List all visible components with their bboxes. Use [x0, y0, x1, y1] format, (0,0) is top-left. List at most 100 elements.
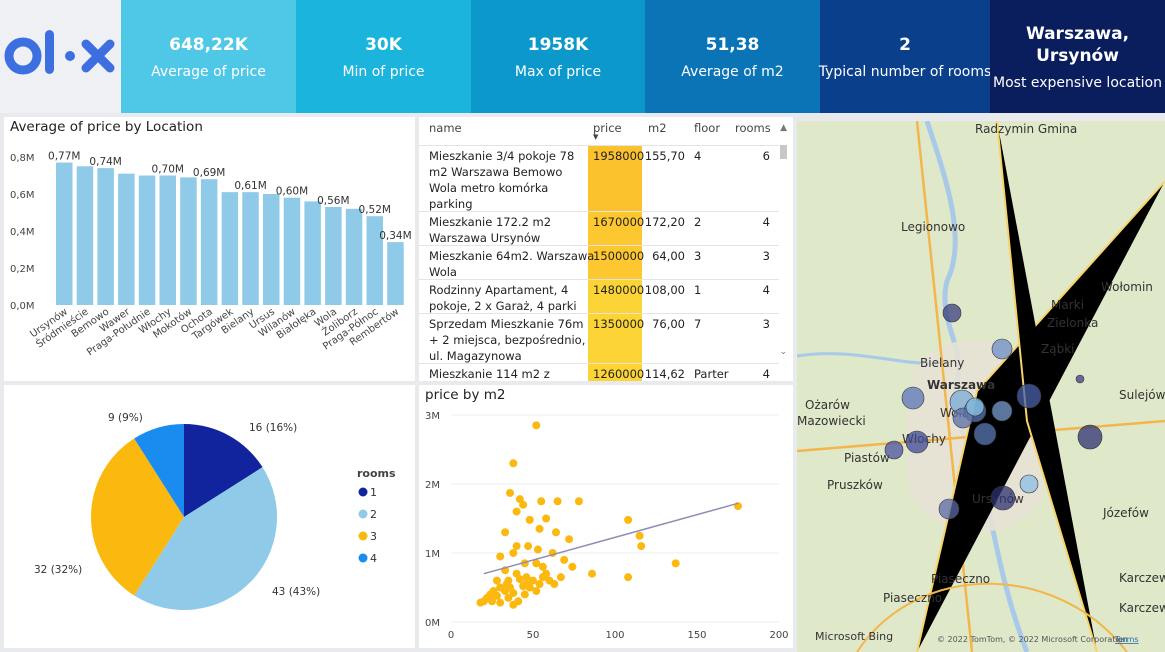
bar-12[interactable]	[304, 201, 321, 305]
scatter-panel[interactable]: price by m2 0M 1M 2M 3M 0 50 100 150 200	[419, 385, 793, 648]
scatter-point-13[interactable]	[551, 528, 560, 537]
scatter-point-52[interactable]	[520, 590, 529, 599]
table-row[interactable]: Mieszkanie 3/4 pokoje 78 m2 Warszawa Bemo…	[419, 145, 779, 212]
legend-item-1[interactable]: 1	[370, 486, 377, 499]
bar-1[interactable]	[76, 166, 94, 305]
bar-16[interactable]	[387, 242, 404, 305]
bar-10[interactable]	[263, 194, 280, 305]
table-row[interactable]: Mieszkanie 114 m2 z 1260000 114,62 Parter 4	[419, 363, 779, 381]
map-terms-link[interactable]: Terms	[1114, 635, 1139, 644]
map-bubble-8[interactable]	[905, 430, 929, 454]
scatter-point-32[interactable]	[588, 569, 597, 578]
scatter-point-10[interactable]	[525, 515, 534, 524]
scroll-up-icon[interactable]: ▲	[780, 123, 787, 133]
bar-chart-panel[interactable]: Average of price by Location 0,0M 0,2M 0,4…	[4, 117, 415, 381]
scatter-point-63[interactable]	[522, 580, 531, 589]
bar-0[interactable]	[56, 162, 73, 305]
scatter-point-60[interactable]	[496, 598, 505, 607]
col-header-name[interactable]: name	[429, 121, 462, 135]
map-bubble-9[interactable]	[884, 440, 904, 460]
col-header-floor[interactable]: floor	[694, 121, 720, 135]
scatter-point-20[interactable]	[533, 545, 542, 554]
legend-item-2[interactable]: 2	[370, 508, 377, 521]
map-bubble-2[interactable]	[1016, 383, 1042, 409]
scatter-point-38[interactable]	[492, 576, 501, 585]
table-row[interactable]: Mieszkanie 172.2 m2 Warszawa Ursynów 16700…	[419, 211, 779, 246]
scatter-point-42[interactable]	[535, 580, 544, 589]
scatter-point-21[interactable]	[509, 549, 518, 557]
scatter-point-23[interactable]	[560, 555, 569, 564]
scatter-point-12[interactable]	[535, 524, 544, 533]
scatter-point-27[interactable]	[538, 562, 547, 571]
scatter-point-1[interactable]	[509, 459, 518, 468]
scatter-point-15[interactable]	[565, 535, 574, 544]
map-bubble-0[interactable]	[942, 303, 962, 323]
scatter-point-7[interactable]	[553, 497, 562, 506]
scatter-point-17[interactable]	[637, 542, 646, 551]
bar-5[interactable]	[159, 175, 177, 306]
map-bubble-11[interactable]	[991, 400, 1013, 422]
col-header-rooms[interactable]: rooms	[735, 121, 771, 135]
scroll-down-icon[interactable]: ⌄	[779, 347, 787, 357]
legend-marker-3[interactable]	[358, 531, 368, 541]
bar-7[interactable]	[200, 179, 218, 305]
map-bubble-10[interactable]	[1077, 424, 1103, 450]
scatter-point-14[interactable]	[624, 515, 633, 524]
map-panel[interactable]: Radzymin Gmina Legionowo Marki Zielonka Woło…	[797, 121, 1165, 652]
bar-8[interactable]	[221, 192, 239, 305]
map-canvas[interactable]: Radzymin Gmina Legionowo Marki Zielonka Woło…	[797, 121, 1165, 652]
scatter-point-29[interactable]	[671, 559, 680, 568]
legend-marker-2[interactable]	[358, 509, 368, 519]
scatter-point-11[interactable]	[501, 528, 510, 537]
scatter-point-66[interactable]	[486, 590, 495, 599]
scatter-point-2[interactable]	[506, 488, 515, 497]
scatter-point-65[interactable]	[502, 580, 511, 589]
scatter-point-44[interactable]	[550, 580, 559, 589]
scatter-point-4[interactable]	[519, 500, 528, 509]
scatter-point-59[interactable]	[488, 597, 496, 606]
legend-marker-4[interactable]	[358, 553, 368, 563]
table-row[interactable]: Sprzedam Mieszkanie 76m + 2 miejsca, bezp…	[419, 313, 779, 364]
scatter-point-9[interactable]	[542, 514, 551, 523]
table-scrollbar-thumb[interactable]	[780, 145, 787, 159]
bar-3[interactable]	[118, 173, 135, 305]
scatter-point-8[interactable]	[512, 507, 521, 516]
scatter-point-62[interactable]	[476, 598, 485, 607]
map-bubble-1[interactable]	[991, 338, 1013, 360]
bar-2[interactable]	[97, 168, 114, 305]
map-bubble-13[interactable]	[990, 485, 1016, 511]
table-row[interactable]: Mieszkanie 64m2. Warszawa Wola 1500000 64,0…	[419, 245, 779, 280]
bar-4[interactable]	[138, 175, 156, 306]
scatter-point-53[interactable]	[532, 586, 541, 595]
listing-table[interactable]: name price m2 floor rooms ▼ Mieszkanie 3/4 po…	[419, 117, 793, 381]
scatter-point-5[interactable]	[537, 497, 546, 506]
scatter-point-61[interactable]	[509, 600, 518, 609]
bar-11[interactable]	[283, 197, 301, 305]
scatter-point-34[interactable]	[734, 502, 742, 511]
scatter-point-0[interactable]	[532, 421, 541, 430]
scatter-point-18[interactable]	[512, 542, 521, 551]
scatter-point-64[interactable]	[538, 573, 547, 582]
legend-item-3[interactable]: 3	[370, 530, 377, 543]
bar-6[interactable]	[180, 177, 197, 305]
map-bubble-16[interactable]	[965, 397, 985, 417]
pie-chart-panel[interactable]: 16 (16%) 43 (43%) 32 (32%) 9 (9%) rooms 1 2 3 4	[4, 385, 415, 648]
bar-14[interactable]	[345, 208, 363, 305]
col-header-m2[interactable]: m2	[648, 121, 667, 135]
map-bubble-15[interactable]	[1075, 374, 1085, 384]
scatter-point-31[interactable]	[556, 573, 565, 582]
map-bubble-14[interactable]	[1019, 474, 1039, 494]
map-bubble-7[interactable]	[973, 422, 997, 446]
legend-marker-1[interactable]	[358, 487, 368, 497]
map-bubble-12[interactable]	[938, 498, 960, 520]
table-row[interactable]: Rodzinny Apartament, 4 pokoje, 2 x Garaż,…	[419, 279, 779, 314]
scatter-point-50[interactable]	[501, 586, 510, 595]
bar-9[interactable]	[242, 192, 259, 305]
scatter-point-19[interactable]	[524, 542, 533, 551]
scatter-point-40[interactable]	[515, 575, 524, 584]
scatter-point-6[interactable]	[574, 497, 583, 506]
scatter-point-16[interactable]	[635, 531, 644, 540]
scatter-point-56[interactable]	[504, 593, 513, 602]
legend-item-4[interactable]: 4	[370, 552, 377, 565]
scatter-point-33[interactable]	[624, 573, 633, 582]
